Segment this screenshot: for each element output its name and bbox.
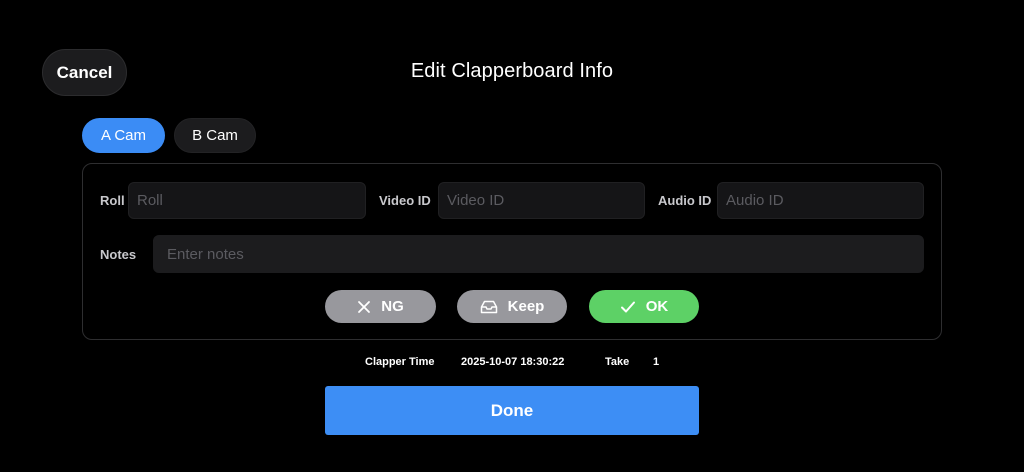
ng-button-label: NG bbox=[381, 298, 404, 315]
ng-button[interactable]: NG bbox=[325, 290, 436, 323]
ok-button[interactable]: OK bbox=[589, 290, 699, 323]
x-icon bbox=[357, 300, 371, 314]
page-title: Edit Clapperboard Info bbox=[410, 60, 614, 82]
clapper-time-label: Clapper Time bbox=[365, 356, 435, 368]
roll-input[interactable] bbox=[128, 182, 366, 219]
video-id-input[interactable] bbox=[438, 182, 645, 219]
tab-a-cam[interactable]: A Cam bbox=[82, 118, 165, 153]
clapper-info-panel: Roll Video ID Audio ID Notes NG Keep bbox=[82, 163, 942, 340]
roll-label: Roll bbox=[100, 193, 125, 208]
notes-label: Notes bbox=[100, 247, 137, 262]
keep-button-label: Keep bbox=[507, 298, 545, 315]
audio-id-input[interactable] bbox=[717, 182, 924, 219]
checkmark-icon bbox=[620, 300, 636, 314]
video-id-label: Video ID bbox=[379, 193, 431, 208]
notes-input[interactable] bbox=[153, 235, 924, 273]
tab-b-cam[interactable]: B Cam bbox=[174, 118, 256, 153]
clapper-time-value: 2025-10-07 18:30:22 bbox=[461, 356, 565, 368]
audio-id-label: Audio ID bbox=[658, 193, 712, 208]
tray-icon bbox=[480, 300, 498, 314]
take-label: Take bbox=[605, 356, 630, 368]
take-value: 1 bbox=[653, 356, 660, 368]
edit-clapperboard-screen: Cancel Edit Clapperboard Info A Cam B Ca… bbox=[0, 0, 1024, 472]
ok-button-label: OK bbox=[645, 298, 669, 315]
done-button[interactable]: Done bbox=[325, 386, 699, 435]
keep-button[interactable]: Keep bbox=[457, 290, 567, 323]
